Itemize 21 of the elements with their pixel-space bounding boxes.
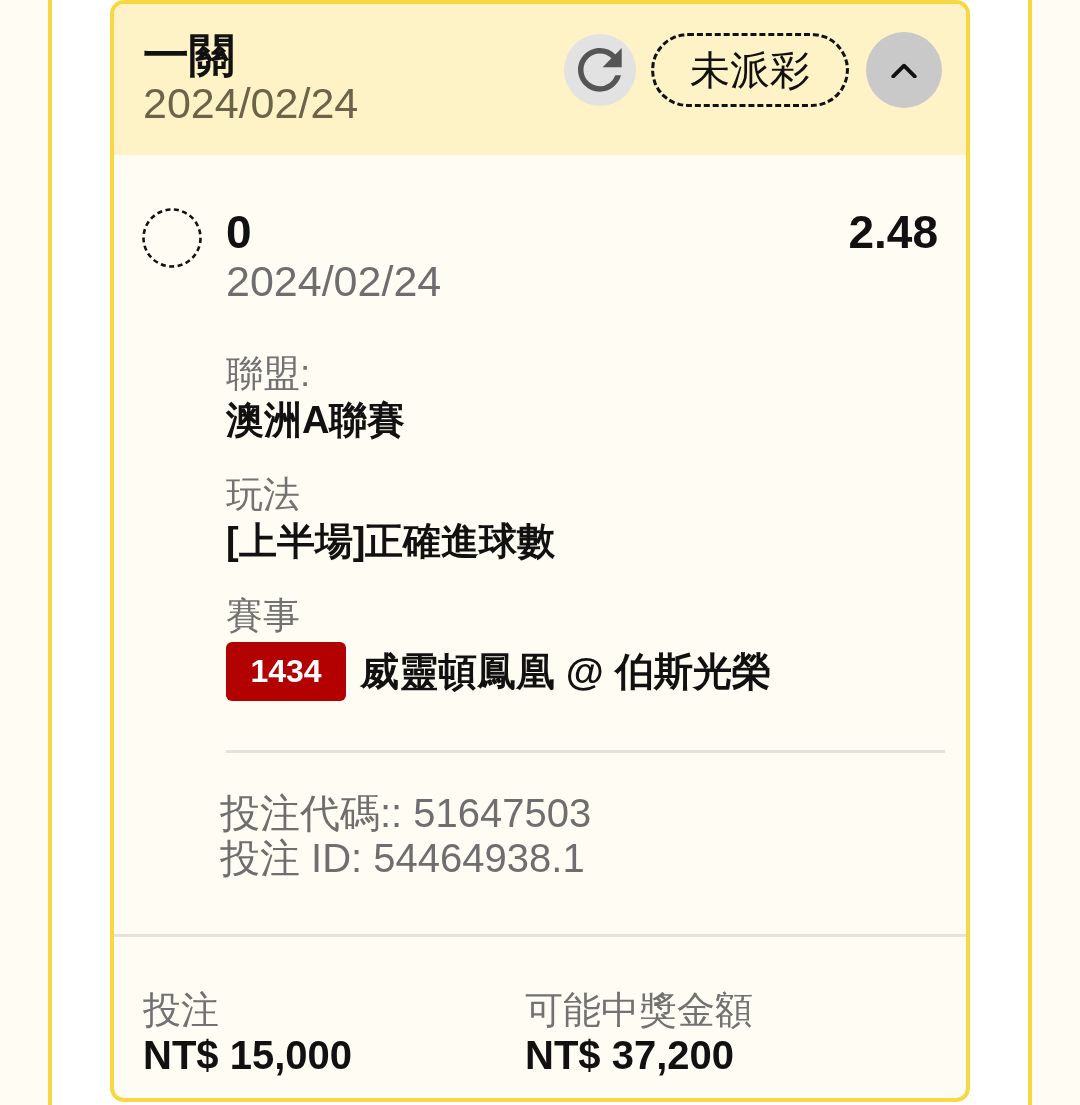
match-number-badge: 1434 xyxy=(226,642,346,701)
summary-label: 可能中獎金額 xyxy=(525,988,754,1033)
field-value: 澳洲A聯賽 xyxy=(226,398,407,443)
odds-value: 2.48 xyxy=(848,207,938,257)
match-teams: 威靈頓鳳凰 @ 伯斯光榮 xyxy=(360,648,771,695)
selection-pick: 0 xyxy=(226,207,252,257)
reference-line: 投注 ID: 54464938.1 xyxy=(220,836,586,881)
bet-date: 2024/02/24 xyxy=(143,80,359,126)
summary-amount: NT$ 37,200 xyxy=(525,1033,736,1077)
field-value: [上半場]正確進球數 xyxy=(226,519,557,564)
field-label: 聯盟: xyxy=(226,352,312,396)
summary-label: 投注 xyxy=(143,988,220,1033)
refresh-icon xyxy=(578,48,622,92)
event-label: 賽事 xyxy=(226,594,301,638)
field-label: 玩法 xyxy=(226,473,301,517)
summary-amount: NT$ 15,000 xyxy=(143,1033,354,1077)
selection-date: 2024/02/24 xyxy=(226,257,443,305)
bet-title: 一關 xyxy=(143,30,236,80)
status-pill: 未派彩 xyxy=(651,33,849,107)
reference-line: 投注代碼:: 51647503 xyxy=(220,791,593,836)
chevron-up-icon xyxy=(891,62,917,78)
